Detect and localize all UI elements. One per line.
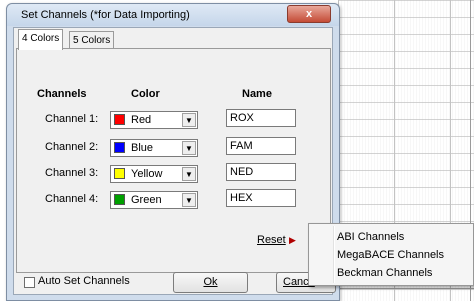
channel-3-name-field[interactable]: [226, 163, 296, 181]
menu-item-beckman-channels[interactable]: Beckman Channels: [337, 267, 432, 279]
channel-3-color-value: Yellow: [131, 168, 163, 180]
channel-4-color-value: Green: [131, 194, 162, 206]
channel-1-color-value: Red: [131, 114, 152, 126]
background-line: [338, 288, 474, 289]
channel-3-color-select[interactable]: Yellow ▼: [110, 165, 198, 183]
menu-gutter: [333, 226, 335, 283]
ok-button[interactable]: Ok: [173, 272, 248, 293]
chevron-down-icon[interactable]: ▼: [182, 193, 196, 207]
auto-set-checkbox[interactable]: [24, 277, 35, 288]
channel-4-color-select[interactable]: Green ▼: [110, 191, 198, 209]
ok-label: Ok: [203, 276, 218, 288]
chevron-down-icon[interactable]: ▼: [182, 113, 196, 127]
menu-item-abi-channels[interactable]: ABI Channels: [337, 231, 404, 243]
menu-item-megabace-channels[interactable]: MegaBACE Channels: [337, 249, 444, 261]
close-icon: x: [305, 8, 313, 20]
tab-4-colors[interactable]: 4 Colors: [18, 29, 64, 50]
channel-4-name-field[interactable]: [226, 189, 296, 207]
channel-2-color-select[interactable]: Blue ▼: [110, 139, 198, 157]
color-swatch: [114, 114, 125, 125]
channel-2-color-value: Blue: [131, 142, 154, 154]
chevron-down-icon[interactable]: ▼: [182, 167, 196, 181]
color-swatch: [114, 142, 125, 153]
channel-4-label: Channel 4:: [45, 193, 99, 205]
title-bar[interactable]: Set Channels (*for Data Importing) x: [7, 4, 339, 26]
tab-5-colors[interactable]: 5 Colors: [69, 31, 115, 49]
dialog-title: Set Channels (*for Data Importing): [21, 9, 190, 21]
header-color: Color: [131, 88, 160, 100]
set-channels-dialog: Set Channels (*for Data Importing) x 4 C…: [6, 3, 340, 301]
auto-set-label: Auto Set Channels: [38, 275, 130, 287]
color-swatch: [114, 168, 125, 179]
channel-1-color-select[interactable]: Red ▼: [110, 111, 198, 129]
channel-3-label: Channel 3:: [45, 167, 99, 179]
header-name: Name: [242, 88, 272, 100]
channel-2-name-field[interactable]: [226, 137, 296, 155]
reset-menu-button[interactable]: Reset: [257, 234, 286, 246]
channel-2-label: Channel 2:: [45, 141, 99, 153]
channel-1-name-field[interactable]: [226, 109, 296, 127]
tab-panel: Channels Color Name Channel 1: Red ▼ Cha…: [16, 48, 331, 273]
header-channels: Channels: [37, 88, 87, 100]
dialog-client: 4 Colors 5 Colors Channels Color Name Ch…: [13, 27, 336, 295]
close-button[interactable]: x: [287, 5, 331, 23]
submenu-arrow-icon: ▶: [289, 235, 296, 245]
color-swatch: [114, 194, 125, 205]
chevron-down-icon[interactable]: ▼: [182, 141, 196, 155]
reset-popup-menu: ABI Channels MegaBACE Channels Beckman C…: [308, 223, 474, 286]
channel-1-label: Channel 1:: [45, 113, 99, 125]
